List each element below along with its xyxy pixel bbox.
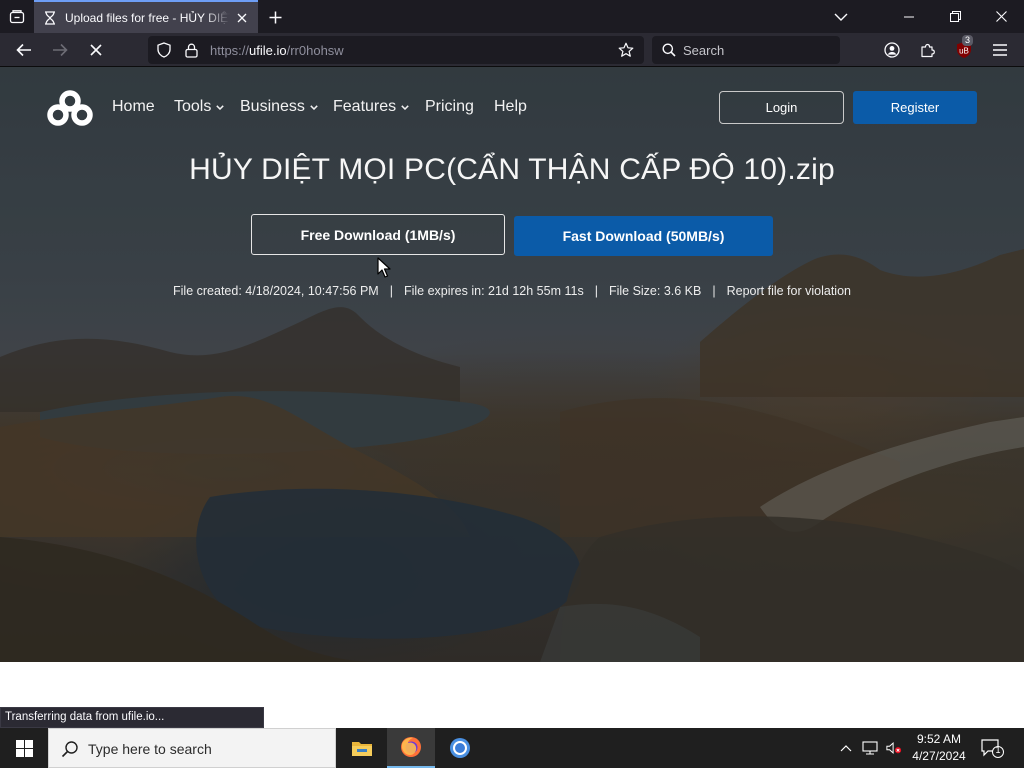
tab-close-icon[interactable] <box>234 10 250 26</box>
search-icon <box>661 42 677 58</box>
tab-active[interactable]: Upload files for free - HỦY DIỆT MỌI PC(… <box>34 0 258 33</box>
folder-icon <box>352 742 372 756</box>
separator: | <box>389 284 393 298</box>
chrome-icon <box>450 738 470 758</box>
extensions-button[interactable] <box>914 37 942 63</box>
menu-button[interactable] <box>986 37 1014 63</box>
start-button[interactable] <box>0 728 48 768</box>
nav-business-label: Business <box>240 98 305 115</box>
tab-title: Upload files for free - HỦY DIỆT MỌI PC(… <box>65 10 230 25</box>
search-icon <box>61 741 78 758</box>
chevron-down-icon <box>310 104 318 110</box>
close-icon <box>995 11 1007 22</box>
new-tab-button[interactable] <box>262 4 288 30</box>
arrow-left-icon <box>16 43 31 57</box>
restore-button[interactable] <box>932 0 978 33</box>
hourglass-icon <box>42 10 58 26</box>
search-placeholder: Search <box>683 43 725 58</box>
notification-center-button[interactable]: 1 <box>980 738 1004 758</box>
restore-icon <box>949 11 961 22</box>
url-prefix: https:// <box>210 43 250 58</box>
mouse-cursor-icon <box>377 257 391 278</box>
chrome-app[interactable] <box>436 728 484 768</box>
minimize-icon <box>904 16 914 17</box>
close-window-button[interactable] <box>978 0 1024 33</box>
fast-download-button[interactable]: Fast Download (50MB/s) <box>514 216 773 256</box>
url-bar[interactable]: https://ufile.io/rr0hohsw <box>148 36 644 64</box>
minimize-button[interactable] <box>886 0 932 33</box>
firefox-icon <box>401 737 421 757</box>
clock-date: 4/27/2024 <box>912 749 966 763</box>
file-info-line: File created: 4/18/2024, 10:47:56 PM | Fil… <box>0 284 1024 298</box>
file-size: File Size: 3.6 KB <box>608 284 702 298</box>
tab-bar: Upload files for free - HỦY DIỆT MỌI PC(… <box>0 0 1024 33</box>
stop-loading-button[interactable] <box>82 37 110 63</box>
report-violation-link[interactable]: Report file for violation <box>727 284 851 298</box>
search-box[interactable]: Search <box>652 36 840 64</box>
nav-help[interactable]: Help <box>494 98 527 116</box>
chevron-down-icon <box>401 104 409 110</box>
puzzle-piece-icon <box>921 43 935 58</box>
login-button[interactable]: Login <box>719 91 844 124</box>
account-icon <box>884 42 900 58</box>
url-path: /rr0hohsw <box>286 43 344 58</box>
free-download-button[interactable]: Free Download (1MB/s) <box>251 214 505 255</box>
extension-badge: 3 <box>962 35 974 46</box>
register-button[interactable]: Register <box>853 91 977 124</box>
lock-icon[interactable] <box>183 42 199 58</box>
nav-home[interactable]: Home <box>112 98 155 116</box>
nav-tools-label: Tools <box>174 98 212 115</box>
volume-muted-icon[interactable] <box>886 740 902 756</box>
shield-icon[interactable] <box>156 42 172 58</box>
list-all-tabs-button[interactable] <box>4 4 30 30</box>
clock-time: 9:52 AM <box>916 732 962 746</box>
nav-pricing[interactable]: Pricing <box>425 98 474 116</box>
hamburger-menu-icon <box>993 44 1007 56</box>
page-content: Home Tools Business Features Pricing Hel… <box>0 67 1024 662</box>
nav-business[interactable]: Business <box>240 98 318 116</box>
nav-tools[interactable]: Tools <box>174 98 225 116</box>
windows-logo-icon <box>15 739 33 757</box>
status-bar: Transferring data from ufile.io... <box>0 707 264 728</box>
site-header: Home Tools Business Features Pricing Hel… <box>0 67 1024 147</box>
notification-count: 1 <box>995 745 1001 755</box>
chevron-down-icon <box>834 13 848 21</box>
taskbar-search-box[interactable]: Type here to search <box>48 728 336 768</box>
ufile-logo[interactable] <box>46 89 94 127</box>
chevron-down-icon <box>216 104 225 110</box>
file-explorer-app[interactable] <box>338 728 386 768</box>
taskbar-search-placeholder: Type here to search <box>88 741 212 757</box>
url-host: ufile.io <box>249 43 287 58</box>
network-icon[interactable] <box>862 740 878 756</box>
bookmark-star-icon[interactable] <box>618 42 634 58</box>
separator: | <box>712 284 716 298</box>
tab-list-icon <box>9 10 25 24</box>
taskbar: Type here to search 9:52 AM 4/27/2024 1 <box>0 728 1024 768</box>
navigation-toolbar: https://ufile.io/rr0hohsw Search uB 3 <box>0 33 1024 67</box>
forward-button[interactable] <box>46 37 74 63</box>
url-text[interactable]: https://ufile.io/rr0hohsw <box>210 43 344 58</box>
plus-icon <box>269 11 281 23</box>
firefox-app[interactable] <box>387 728 435 768</box>
tab-overflow-chevron[interactable] <box>818 0 864 33</box>
separator: | <box>594 284 598 298</box>
file-created: File created: 4/18/2024, 10:47:56 PM <box>173 284 379 298</box>
nav-features[interactable]: Features <box>333 98 409 116</box>
file-expires: File expires in: 21d 12h 55m 11s <box>403 284 584 298</box>
account-button[interactable] <box>878 37 906 63</box>
nav-features-label: Features <box>333 98 397 115</box>
chevron-up-icon[interactable] <box>838 740 854 756</box>
svg-text:uB: uB <box>959 47 969 56</box>
arrow-right-icon <box>53 43 68 57</box>
file-name-heading: HỦY DIỆT MỌI PC(CẨN THẬN CẤP ĐỘ 10).zip <box>189 153 835 186</box>
stop-icon <box>90 44 102 56</box>
back-button[interactable] <box>10 37 38 63</box>
system-clock[interactable]: 9:52 AM 4/27/2024 <box>908 731 970 765</box>
